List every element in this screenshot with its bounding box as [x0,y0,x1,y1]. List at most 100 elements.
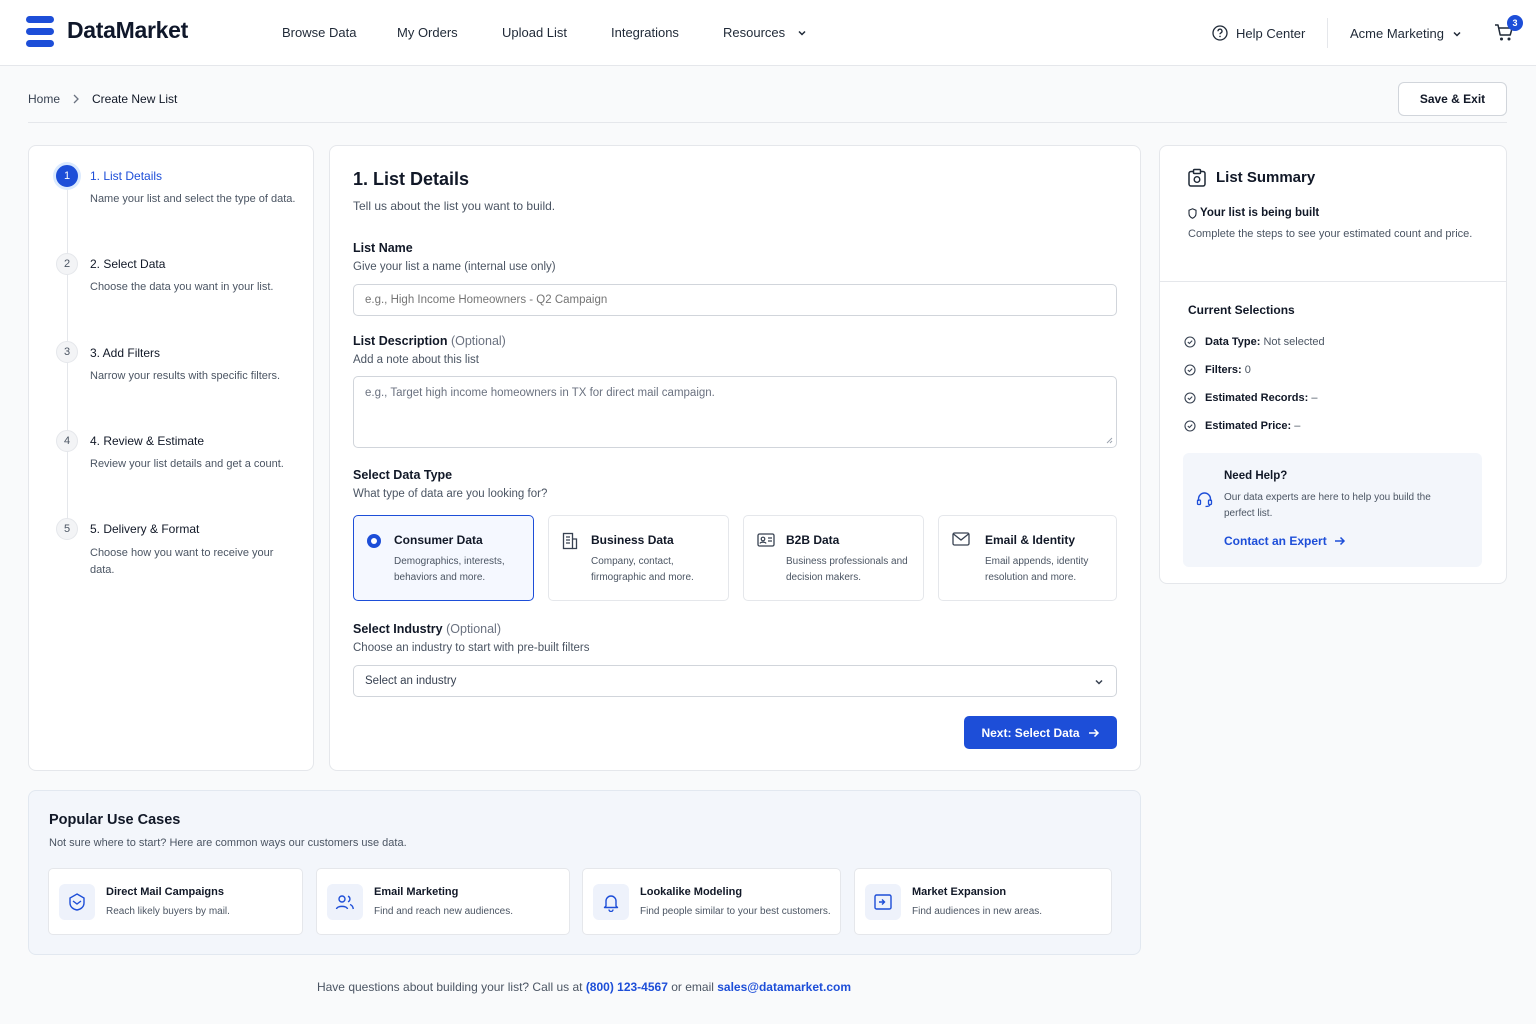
nav-browse-data[interactable]: Browse Data [282,25,356,40]
nav-upload-list[interactable]: Upload List [502,25,567,40]
data-type-title: Email & Identity [985,533,1076,547]
check-badge-icon [1184,336,1196,348]
use-case-title: Email Marketing [374,886,459,898]
arrow-right-icon [1334,536,1346,546]
step-3-title[interactable]: 3. Add Filters [90,346,160,360]
nav-my-orders[interactable]: My Orders [397,25,458,40]
data-type-desc: Email appends, identity resolution and m… [985,556,1089,583]
need-help-desc: Our data experts are here to help you bu… [1224,492,1431,519]
footer-contact-note: Have questions about building your list?… [0,980,1168,994]
data-type-email-identity[interactable]: Email & Identity Email appends, identity… [938,515,1117,601]
chevron-right-icon [70,92,82,106]
step-connector [67,363,68,431]
data-type-title: Consumer Data [394,533,483,547]
data-type-business[interactable]: Business Data Company, contact, firmogra… [548,515,729,601]
step-2-title[interactable]: 2. Select Data [90,257,165,271]
selection-value: Not selected [1263,336,1325,348]
step-connector [67,275,68,343]
footer-phone-link[interactable]: (800) 123-4567 [586,980,668,994]
use-case-market-expansion[interactable]: Market Expansion Find audiences in new a… [854,868,1112,935]
optional-tag: (Optional) [450,334,506,348]
selection-row: Data Type: Not selected [1184,336,1325,348]
account-menu[interactable]: Acme Marketing [1350,26,1462,41]
nav-resources-label: Resources [723,25,786,40]
top-header: DataMarket Browse Data My Orders Upload … [0,0,1536,66]
id-card-icon [757,532,775,548]
mail-check-icon [59,884,95,920]
resize-handle-icon[interactable] [1105,436,1113,444]
use-case-direct-mail[interactable]: Direct Mail Campaigns Reach likely buyer… [48,868,303,935]
nav-resources-dropdown[interactable]: Resources [723,25,807,40]
selection-label: Estimated Price: [1205,420,1292,432]
step-5-title[interactable]: 5. Delivery & Format [90,522,199,536]
list-description-help: Add a note about this list [353,354,479,366]
footer-email-link[interactable]: sales@datamarket.com [717,980,851,994]
help-center-link[interactable]: Help Center [1212,25,1305,41]
brand-name[interactable]: DataMarket [67,17,188,44]
step-3-desc: Narrow your results with specific filter… [90,370,281,382]
form-subtitle: Tell us about the list you want to build… [353,199,556,213]
step-1-number: 1 [56,165,78,187]
list-description-textarea[interactable]: e.g., Target high income homeowners in T… [353,376,1117,448]
data-type-desc: Business professionals and decision make… [786,556,908,583]
data-type-desc: Demographics, interests, behaviors and m… [394,556,505,583]
map-expand-icon [865,884,901,920]
industry-label-text: Select Industry [353,622,443,636]
header-divider [1327,18,1328,48]
selection-label: Filters: [1205,364,1242,376]
headset-icon [1196,491,1213,508]
industry-select[interactable]: Select an industry [353,665,1117,697]
step-4-title[interactable]: 4. Review & Estimate [90,434,204,448]
data-type-title: B2B Data [786,533,840,547]
use-case-email-marketing[interactable]: Email Marketing Find and reach new audie… [316,868,570,935]
save-exit-button[interactable]: Save & Exit [1398,82,1507,116]
cart-count-badge: 3 [1507,15,1523,31]
data-type-b2b[interactable]: B2B Data Business professionals and deci… [743,515,924,601]
list-name-help: Give your list a name (internal use only… [353,261,556,273]
footer-mid-text: or email [671,980,714,994]
step-4-desc: Review your list details and get a count… [90,458,284,470]
use-cases-subtitle: Not sure where to start? Here are common… [49,837,407,849]
contact-expert-label: Contact an Expert [1224,534,1327,548]
breadcrumb-home[interactable]: Home [28,92,60,106]
chevron-down-icon [1094,677,1104,687]
arrow-right-icon [1088,728,1100,738]
check-badge-icon [1184,392,1196,404]
selection-label: Data Type: [1205,336,1261,348]
data-type-consumer[interactable]: Consumer Data Demographics, interests, b… [353,515,534,601]
clipboard-icon [1187,168,1207,188]
summary-status: Your list is being built [1200,207,1320,219]
list-description-label-text: List Description [353,334,448,348]
current-selections-title: Current Selections [1188,303,1295,317]
nav-integrations[interactable]: Integrations [611,25,679,40]
selection-row: Estimated Price: – [1184,420,1300,432]
selection-row: Estimated Records: – [1184,392,1318,404]
list-name-input[interactable] [353,284,1117,316]
next-select-data-button[interactable]: Next: Select Data [964,716,1117,749]
selection-value: – [1311,392,1318,404]
optional-tag: (Optional) [446,622,501,636]
step-5-number: 5 [56,518,78,540]
summary-status-desc: Complete the steps to see your estimated… [1188,228,1473,240]
use-case-title: Direct Mail Campaigns [106,886,224,898]
use-case-desc: Find audiences in new areas. [912,906,1043,917]
use-case-title: Market Expansion [912,886,1007,898]
footer-text: Have questions about building your list?… [316,980,583,994]
step-connector [67,451,68,519]
chevron-down-icon [1452,29,1462,39]
contact-expert-link[interactable]: Contact an Expert [1224,534,1346,548]
breadcrumb-current: Create New List [92,92,178,106]
bell-icon [593,884,629,920]
step-1-title[interactable]: 1. List Details [90,169,162,183]
list-description-placeholder: e.g., Target high income homeowners in T… [365,387,715,399]
check-badge-icon [1184,420,1196,432]
industry-label: Select Industry (Optional) [353,622,501,636]
list-description-label: List Description (Optional) [353,334,506,348]
use-case-lookalike-modeling[interactable]: Lookalike Modeling Find people similar t… [582,868,841,935]
users-icon [327,884,363,920]
account-name: Acme Marketing [1350,26,1444,41]
need-help-title: Need Help? [1224,470,1288,482]
datamarket-logo-icon[interactable] [26,16,54,47]
step-4-number: 4 [56,430,78,452]
selection-label: Estimated Records: [1205,392,1309,404]
